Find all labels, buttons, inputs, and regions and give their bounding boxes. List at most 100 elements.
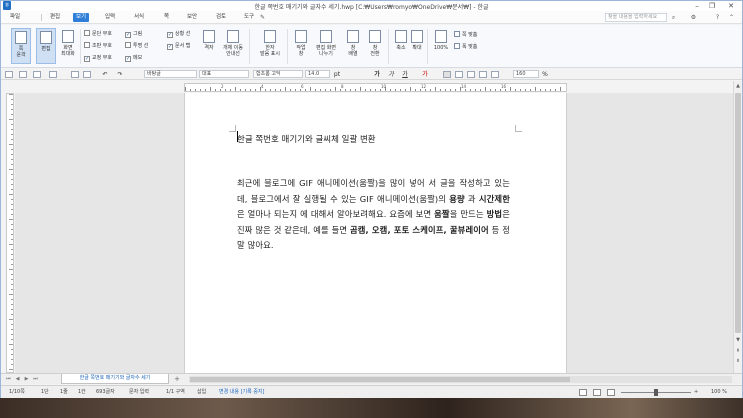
- check-transparent-line[interactable]: 투명 선: [125, 42, 148, 50]
- object-guide-button[interactable]: 개체 이동 안내선: [221, 28, 245, 64]
- align-distribute-icon[interactable]: [491, 71, 499, 78]
- task-pane-button[interactable]: 작업 창: [291, 28, 311, 64]
- style-select[interactable]: 바탕글: [144, 70, 197, 78]
- font-select[interactable]: 함초롬 고딕: [253, 70, 303, 78]
- check-paragraph-mark[interactable]: 문단 부호: [84, 30, 112, 38]
- ruler-tick: [425, 89, 426, 91]
- ruler-tick: [11, 314, 13, 315]
- arrange-window-button[interactable]: 창 배열: [343, 28, 363, 64]
- horizontal-ruler[interactable]: 2 4 6 8 10 12 14 16: [184, 83, 567, 92]
- preview-icon[interactable]: [83, 71, 91, 78]
- check-proof-mark[interactable]: ✓ 교정 부호: [84, 54, 112, 62]
- menu-insert[interactable]: 입력: [102, 13, 118, 22]
- underline-button[interactable]: 가: [401, 70, 409, 79]
- status-page[interactable]: 1/10쪽: [9, 389, 25, 396]
- zoom-in-button[interactable]: 확대: [407, 28, 427, 64]
- scroll-up-icon[interactable]: ▲: [734, 82, 742, 90]
- line-spacing-unit[interactable]: %: [541, 70, 549, 79]
- horizontal-scrollbar[interactable]: [189, 376, 732, 383]
- fit-width-button[interactable]: 폭 맞춤: [454, 43, 477, 51]
- search-icon[interactable]: ⌕: [669, 13, 678, 22]
- tab-next-icon[interactable]: ▶: [23, 375, 30, 383]
- menu-page[interactable]: 쪽: [161, 13, 172, 22]
- menu-security[interactable]: 보안: [184, 13, 200, 22]
- ruler-tick: [370, 89, 371, 91]
- ruler-tick: [210, 87, 211, 91]
- vertical-ruler[interactable]: [6, 93, 14, 373]
- language-select[interactable]: 대표: [199, 70, 249, 78]
- minimize-button[interactable]: –: [691, 1, 703, 11]
- undo-icon[interactable]: ↶: [101, 70, 109, 79]
- add-tab-button[interactable]: +: [173, 375, 181, 383]
- view-outline-icon[interactable]: [607, 389, 615, 396]
- open-folder-icon[interactable]: [19, 71, 27, 78]
- check-memo[interactable]: ✓ 메모: [125, 54, 142, 62]
- zoom-in-icon[interactable]: +: [694, 389, 698, 396]
- next-page-icon[interactable]: ⇟: [734, 357, 742, 365]
- zoom-slider-knob[interactable]: [654, 389, 658, 396]
- grid-button[interactable]: 격자: [199, 28, 219, 64]
- redo-icon[interactable]: ↷: [116, 70, 124, 79]
- status-track-changes[interactable]: 변경 내용 [기록 중지]: [219, 389, 264, 396]
- new-document-icon[interactable]: [5, 71, 13, 78]
- menu-view[interactable]: 보기: [73, 13, 90, 22]
- menu-tools[interactable]: 도구: [241, 13, 257, 22]
- prev-page-icon[interactable]: ⇞: [734, 347, 742, 355]
- restore-button[interactable]: ❐: [706, 1, 718, 11]
- close-button[interactable]: ✕: [725, 1, 737, 11]
- tab-first-icon[interactable]: ⏮: [5, 375, 12, 383]
- ribbon-collapse-icon[interactable]: ⌃: [727, 13, 736, 22]
- font-color-button[interactable]: 가: [421, 70, 429, 79]
- tab-prev-icon[interactable]: ◀: [14, 375, 21, 383]
- maximize-screen-button[interactable]: 화면 최대화: [58, 28, 78, 64]
- ruler-tick: [390, 89, 391, 91]
- horizontal-scroll-thumb[interactable]: [190, 377, 570, 382]
- search-input[interactable]: 찾을 내용을 입력하세요: [605, 13, 667, 22]
- italic-button[interactable]: 가: [387, 70, 395, 79]
- scroll-down-icon[interactable]: ▼: [734, 336, 742, 344]
- check-picture[interactable]: ✓ 그림: [125, 30, 142, 38]
- vertical-scroll-thumb[interactable]: [735, 93, 741, 333]
- tab-last-icon[interactable]: ⏭: [32, 375, 39, 383]
- menu-format[interactable]: 서식: [131, 13, 147, 22]
- align-left-icon[interactable]: [455, 71, 463, 78]
- save-icon[interactable]: [33, 71, 41, 78]
- menu-review[interactable]: 검토: [213, 13, 229, 22]
- view-normal-icon[interactable]: [579, 389, 587, 396]
- check-document-tab[interactable]: ✓ 문서 탭: [167, 42, 190, 50]
- align-right-icon[interactable]: [467, 71, 475, 78]
- line-spacing-input[interactable]: 160: [513, 70, 539, 78]
- check-status-line[interactable]: ✓ 상황 선: [167, 30, 190, 38]
- align-justify-icon[interactable]: [443, 71, 451, 78]
- hanja-pronunciation-button[interactable]: 한자 발음 표시: [257, 28, 283, 64]
- ruler-tick: [295, 89, 296, 91]
- switch-window-button[interactable]: 창 전환: [365, 28, 385, 64]
- settings-icon[interactable]: ⚙: [689, 13, 698, 22]
- split-view-button[interactable]: 편집 화면 나누기: [313, 28, 339, 64]
- bold-text-run: 방법: [486, 209, 503, 219]
- fit-page-button[interactable]: 쪽 맞춤: [454, 31, 477, 39]
- status-insert-mode[interactable]: 삽입: [197, 389, 206, 396]
- menu-file[interactable]: 파일: [7, 13, 23, 22]
- menu-edit[interactable]: 편집: [47, 13, 63, 22]
- dropdown-icon[interactable]: [49, 71, 57, 78]
- help-icon[interactable]: ?: [713, 13, 722, 22]
- bold-button[interactable]: 가: [373, 70, 381, 79]
- page-outline-button[interactable]: 쪽 윤곽: [11, 28, 31, 64]
- zoom-level[interactable]: 100 %: [711, 389, 727, 396]
- wand-icon[interactable]: ✎: [258, 13, 267, 22]
- ruler-tick: [330, 89, 331, 91]
- zoom-100-button[interactable]: 100%: [431, 28, 451, 64]
- document-paragraph[interactable]: 최근에 블로그에 GIF 애니메이션(움짤)을 많이 넣어 서 글을 작성하고 …: [237, 176, 510, 254]
- document-heading[interactable]: 한글 쪽번호 매기기와 글씨체 일괄 변환: [237, 133, 376, 145]
- vertical-scrollbar[interactable]: ▲ ▼ ⇞ ⇟: [733, 81, 742, 373]
- view-web-icon[interactable]: [593, 389, 601, 396]
- align-center-icon[interactable]: [479, 71, 487, 78]
- edit-view-button[interactable]: 편집: [36, 28, 56, 64]
- check-control-code[interactable]: 조판 부호: [84, 42, 112, 50]
- document-tab[interactable]: 한글 쪽번호 매기기와 글자수 세기: [61, 374, 169, 384]
- page[interactable]: 한글 쪽번호 매기기와 글씨체 일괄 변환 최근에 블로그에 GIF 애니메이션…: [184, 93, 567, 373]
- font-size-input[interactable]: 14.0: [305, 70, 330, 78]
- print-icon[interactable]: [71, 71, 79, 78]
- font-size-unit[interactable]: pt: [331, 70, 343, 79]
